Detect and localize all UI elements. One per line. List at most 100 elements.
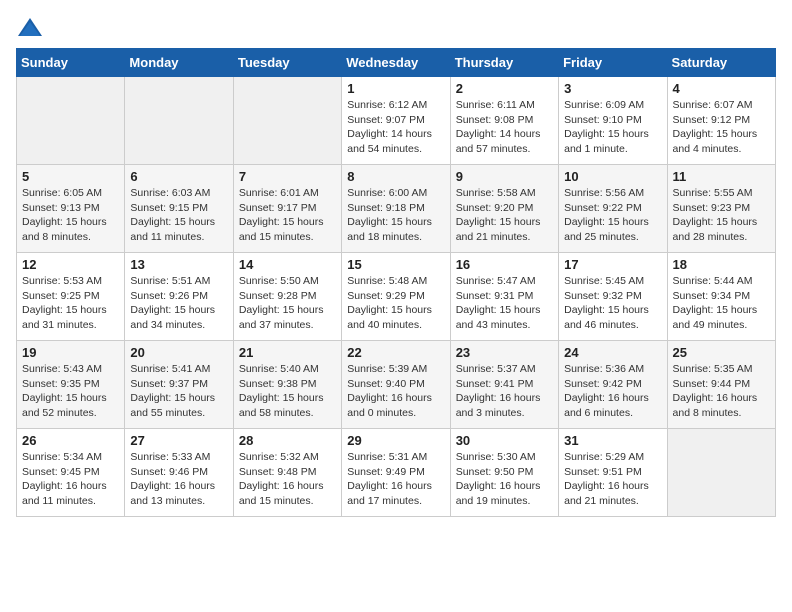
day-number: 8 [347,169,444,184]
day-info: Sunrise: 6:11 AM Sunset: 9:08 PM Dayligh… [456,98,553,157]
calendar-cell: 11Sunrise: 5:55 AM Sunset: 9:23 PM Dayli… [667,165,775,253]
logo [16,16,48,40]
calendar-cell: 17 Sunrise: 5:45 AM Sunset: 9:32 PM Dayli… [559,253,667,341]
day-info: Sunrise: 6:07 AM Sunset: 9:12 PM Dayligh… [673,98,770,157]
day-info: Sunrise: 6:00 AM Sunset: 9:18 PM Dayligh… [347,186,444,245]
calendar-cell: 2 Sunrise: 6:11 AM Sunset: 9:08 PM Daylig… [450,77,558,165]
day-number: 25 [673,345,770,360]
weekday-header-wednesday: Wednesday [342,49,450,77]
day-info: Sunrise: 5:39 AM Sunset: 9:40 PM Dayligh… [347,362,444,421]
calendar-cell: 21 Sunrise: 5:40 AM Sunset: 9:38 PM Dayli… [233,341,341,429]
day-number: 30 [456,433,553,448]
weekday-header-saturday: Saturday [667,49,775,77]
calendar-cell: 1 Sunrise: 6:12 AM Sunset: 9:07 PM Daylig… [342,77,450,165]
day-number: 20 [130,345,227,360]
day-info: Sunrise: 5:36 AM Sunset: 9:42 PM Dayligh… [564,362,661,421]
day-info: Sunrise: 6:05 AM Sunset: 9:13 PM Dayligh… [22,186,119,245]
day-number: 22 [347,345,444,360]
calendar-table: SundayMondayTuesdayWednesdayThursdayFrid… [16,48,776,517]
calendar-cell: 27 Sunrise: 5:33 AM Sunset: 9:46 PM Dayli… [125,429,233,517]
calendar-cell: 15 Sunrise: 5:48 AM Sunset: 9:29 PM Dayli… [342,253,450,341]
weekday-header-sunday: Sunday [17,49,125,77]
calendar-cell [17,77,125,165]
calendar-cell: 16Sunrise: 5:47 AM Sunset: 9:31 PM Dayli… [450,253,558,341]
calendar-cell: 7Sunrise: 6:01 AM Sunset: 9:17 PM Daylig… [233,165,341,253]
day-info: Sunrise: 6:01 AM Sunset: 9:17 PM Dayligh… [239,186,336,245]
day-number: 19 [22,345,119,360]
day-info: Sunrise: 5:48 AM Sunset: 9:29 PM Dayligh… [347,274,444,333]
day-info: Sunrise: 5:50 AM Sunset: 9:28 PM Dayligh… [239,274,336,333]
weekday-header-friday: Friday [559,49,667,77]
calendar-cell: 30 Sunrise: 5:30 AM Sunset: 9:50 PM Dayli… [450,429,558,517]
weekday-header-thursday: Thursday [450,49,558,77]
day-info: Sunrise: 5:43 AM Sunset: 9:35 PM Dayligh… [22,362,119,421]
calendar-cell: 8 Sunrise: 6:00 AM Sunset: 9:18 PM Daylig… [342,165,450,253]
calendar-cell [125,77,233,165]
calendar-cell: 28Sunrise: 5:32 AM Sunset: 9:48 PM Dayli… [233,429,341,517]
day-number: 13 [130,257,227,272]
day-info: Sunrise: 6:09 AM Sunset: 9:10 PM Dayligh… [564,98,661,157]
calendar-cell: 3 Sunrise: 6:09 AM Sunset: 9:10 PM Daylig… [559,77,667,165]
day-number: 6 [130,169,227,184]
day-info: Sunrise: 5:40 AM Sunset: 9:38 PM Dayligh… [239,362,336,421]
week-row-1: 1 Sunrise: 6:12 AM Sunset: 9:07 PM Daylig… [17,77,776,165]
day-number: 3 [564,81,661,96]
day-info: Sunrise: 5:30 AM Sunset: 9:50 PM Dayligh… [456,450,553,509]
day-info: Sunrise: 5:44 AM Sunset: 9:34 PM Dayligh… [673,274,770,333]
day-info: Sunrise: 5:58 AM Sunset: 9:20 PM Dayligh… [456,186,553,245]
weekday-header-monday: Monday [125,49,233,77]
day-number: 2 [456,81,553,96]
calendar-cell: 5 Sunrise: 6:05 AM Sunset: 9:13 PM Daylig… [17,165,125,253]
day-info: Sunrise: 5:45 AM Sunset: 9:32 PM Dayligh… [564,274,661,333]
calendar-cell: 13 Sunrise: 5:51 AM Sunset: 9:26 PM Dayli… [125,253,233,341]
calendar-cell: 10 Sunrise: 5:56 AM Sunset: 9:22 PM Dayli… [559,165,667,253]
day-number: 10 [564,169,661,184]
weekday-header-row: SundayMondayTuesdayWednesdayThursdayFrid… [17,49,776,77]
calendar-cell: 6 Sunrise: 6:03 AM Sunset: 9:15 PM Daylig… [125,165,233,253]
day-info: Sunrise: 5:56 AM Sunset: 9:22 PM Dayligh… [564,186,661,245]
day-number: 29 [347,433,444,448]
day-info: Sunrise: 5:29 AM Sunset: 9:51 PM Dayligh… [564,450,661,509]
day-info: Sunrise: 6:12 AM Sunset: 9:07 PM Dayligh… [347,98,444,157]
calendar-cell: 23 Sunrise: 5:37 AM Sunset: 9:41 PM Dayli… [450,341,558,429]
day-info: Sunrise: 5:33 AM Sunset: 9:46 PM Dayligh… [130,450,227,509]
day-number: 21 [239,345,336,360]
calendar-cell: 24Sunrise: 5:36 AM Sunset: 9:42 PM Dayli… [559,341,667,429]
calendar-cell: 25 Sunrise: 5:35 AM Sunset: 9:44 PM Dayli… [667,341,775,429]
calendar-cell: 18 Sunrise: 5:44 AM Sunset: 9:34 PM Dayli… [667,253,775,341]
day-info: Sunrise: 5:31 AM Sunset: 9:49 PM Dayligh… [347,450,444,509]
calendar-cell: 20Sunrise: 5:41 AM Sunset: 9:37 PM Dayli… [125,341,233,429]
calendar-cell: 29 Sunrise: 5:31 AM Sunset: 9:49 PM Dayli… [342,429,450,517]
week-row-3: 12Sunrise: 5:53 AM Sunset: 9:25 PM Dayli… [17,253,776,341]
day-number: 4 [673,81,770,96]
day-number: 15 [347,257,444,272]
day-info: Sunrise: 5:35 AM Sunset: 9:44 PM Dayligh… [673,362,770,421]
day-info: Sunrise: 5:37 AM Sunset: 9:41 PM Dayligh… [456,362,553,421]
calendar-cell: 4 Sunrise: 6:07 AM Sunset: 9:12 PM Daylig… [667,77,775,165]
day-info: Sunrise: 6:03 AM Sunset: 9:15 PM Dayligh… [130,186,227,245]
week-row-2: 5 Sunrise: 6:05 AM Sunset: 9:13 PM Daylig… [17,165,776,253]
day-number: 27 [130,433,227,448]
calendar-cell: 31 Sunrise: 5:29 AM Sunset: 9:51 PM Dayli… [559,429,667,517]
calendar-cell: 14 Sunrise: 5:50 AM Sunset: 9:28 PM Dayli… [233,253,341,341]
generalblue-logo-icon [16,16,44,40]
day-number: 28 [239,433,336,448]
day-number: 17 [564,257,661,272]
day-number: 1 [347,81,444,96]
day-number: 9 [456,169,553,184]
day-number: 18 [673,257,770,272]
week-row-4: 19 Sunrise: 5:43 AM Sunset: 9:35 PM Dayli… [17,341,776,429]
day-info: Sunrise: 5:51 AM Sunset: 9:26 PM Dayligh… [130,274,227,333]
calendar-cell: 9 Sunrise: 5:58 AM Sunset: 9:20 PM Daylig… [450,165,558,253]
day-number: 5 [22,169,119,184]
day-number: 31 [564,433,661,448]
day-number: 23 [456,345,553,360]
header [16,16,776,40]
calendar-cell [667,429,775,517]
day-number: 14 [239,257,336,272]
day-info: Sunrise: 5:53 AM Sunset: 9:25 PM Dayligh… [22,274,119,333]
day-info: Sunrise: 5:47 AM Sunset: 9:31 PM Dayligh… [456,274,553,333]
calendar-cell [233,77,341,165]
day-info: Sunrise: 5:34 AM Sunset: 9:45 PM Dayligh… [22,450,119,509]
calendar-cell: 22 Sunrise: 5:39 AM Sunset: 9:40 PM Dayli… [342,341,450,429]
